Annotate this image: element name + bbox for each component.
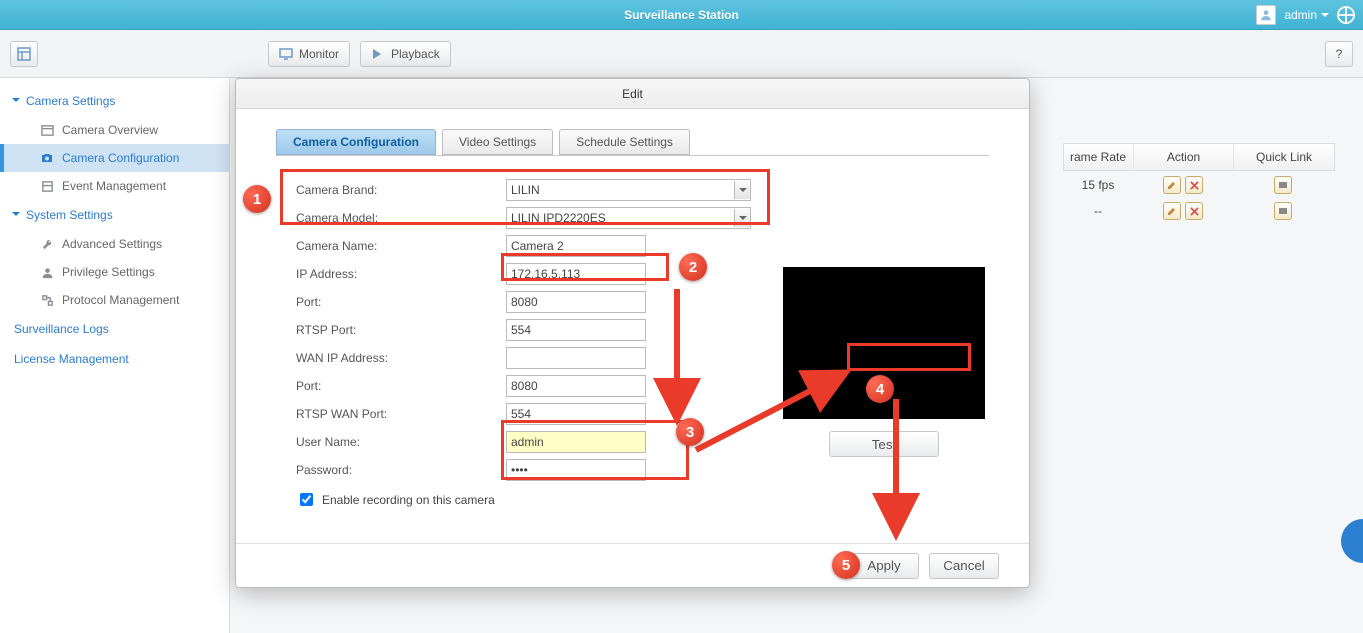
sidebar-item-label: Camera Overview <box>62 123 158 137</box>
grid-icon <box>17 47 31 61</box>
event-icon <box>40 179 54 193</box>
input-port[interactable] <box>506 291 646 313</box>
overview-icon <box>40 123 54 137</box>
quicklink-button[interactable] <box>1274 176 1292 194</box>
sidebar-item-label: Event Management <box>62 179 166 193</box>
label-user: User Name: <box>296 435 506 449</box>
avatar[interactable] <box>1256 5 1276 25</box>
sidebar-item-label: Privilege Settings <box>62 265 155 279</box>
app-title: Surveillance Station <box>0 0 1363 30</box>
globe-icon[interactable] <box>1337 6 1355 24</box>
protocol-icon <box>40 293 54 307</box>
edit-dialog: Edit Camera Configuration Video Settings… <box>235 78 1030 588</box>
delete-button[interactable] <box>1185 176 1203 194</box>
select-brand[interactable]: LILIN <box>506 179 751 201</box>
chevron-down-icon <box>734 209 750 227</box>
sidebar-item-license[interactable]: License Management <box>0 344 229 374</box>
annotation-circle-3: 3 <box>676 418 704 446</box>
quicklink-button[interactable] <box>1274 202 1292 220</box>
sidebar-item-label: Advanced Settings <box>62 237 162 251</box>
sidebar-item-protocol[interactable]: Protocol Management <box>0 286 229 314</box>
chevron-down-icon <box>1321 13 1329 21</box>
playback-button[interactable]: Playback <box>360 41 451 67</box>
help-button[interactable]: ? <box>1325 41 1353 67</box>
input-camera-name[interactable] <box>506 235 646 257</box>
cell-framerate: -- <box>1063 204 1133 218</box>
test-label: Test <box>872 437 896 452</box>
user-menu[interactable]: admin <box>1284 8 1329 22</box>
col-action: Action <box>1134 144 1234 170</box>
input-password[interactable] <box>506 459 646 481</box>
tab-video-settings[interactable]: Video Settings <box>442 129 553 155</box>
tab-schedule-settings[interactable]: Schedule Settings <box>559 129 690 155</box>
monitor-label: Monitor <box>299 47 339 61</box>
input-username[interactable] <box>506 431 646 453</box>
dialog-title: Edit <box>236 79 1029 109</box>
wrench-icon <box>40 237 54 251</box>
delete-button[interactable] <box>1185 202 1203 220</box>
user-name: admin <box>1284 8 1317 22</box>
edit-button[interactable] <box>1163 202 1181 220</box>
user-icon <box>40 265 54 279</box>
sidebar-item-event[interactable]: Event Management <box>0 172 229 200</box>
sidebar-item-configuration[interactable]: Camera Configuration <box>0 144 229 172</box>
label-wanip: WAN IP Address: <box>296 351 506 365</box>
annotation-circle-2: 2 <box>679 253 707 281</box>
cancel-label: Cancel <box>943 558 985 573</box>
select-model[interactable]: LILIN IPD2220ES <box>506 207 751 229</box>
checkbox-enable-recording[interactable] <box>300 493 313 506</box>
label-enable-recording: Enable recording on this camera <box>322 493 495 507</box>
apply-label: Apply <box>867 558 900 573</box>
collapse-icon <box>12 212 20 220</box>
label-name: Camera Name: <box>296 239 506 253</box>
input-rtsp-wan-port[interactable] <box>506 403 646 425</box>
play-icon <box>371 47 385 61</box>
sidebar-item-advanced[interactable]: Advanced Settings <box>0 230 229 258</box>
sidebar-label: System Settings <box>26 208 113 222</box>
cell-framerate: 15 fps <box>1063 178 1133 192</box>
sidebar-item-surveillance-logs[interactable]: Surveillance Logs <box>0 314 229 344</box>
monitor-icon <box>279 47 293 61</box>
input-wan-port[interactable] <box>506 375 646 397</box>
input-ip-address[interactable] <box>506 263 646 285</box>
label-port: Port: <box>296 295 506 309</box>
label-model: Camera Model: <box>296 211 506 225</box>
pilot-view-button[interactable] <box>10 41 38 67</box>
dialog-tabs: Camera Configuration Video Settings Sche… <box>276 129 1029 155</box>
sidebar: Camera Settings Camera Overview Camera C… <box>0 78 230 633</box>
input-wan-ip[interactable] <box>506 347 646 369</box>
collapse-icon <box>12 98 20 106</box>
monitor-button[interactable]: Monitor <box>268 41 350 67</box>
sidebar-item-privilege[interactable]: Privilege Settings <box>0 258 229 286</box>
annotation-circle-4: 4 <box>866 375 894 403</box>
camera-icon <box>40 151 54 165</box>
test-button[interactable]: Test <box>829 431 939 457</box>
col-framerate: rame Rate <box>1064 144 1134 170</box>
label-port2: Port: <box>296 379 506 393</box>
chevron-down-icon <box>734 181 750 199</box>
annotation-circle-1: 1 <box>243 185 271 213</box>
sidebar-item-label: Protocol Management <box>62 293 179 307</box>
label-rtspwan: RTSP WAN Port: <box>296 407 506 421</box>
label-brand: Camera Brand: <box>296 183 506 197</box>
sidebar-header-camera[interactable]: Camera Settings <box>0 86 229 116</box>
col-quicklink: Quick Link <box>1234 144 1334 170</box>
sidebar-header-system[interactable]: System Settings <box>0 200 229 230</box>
label-ip: IP Address: <box>296 267 506 281</box>
top-bar: Surveillance Station admin <box>0 0 1363 30</box>
tab-camera-configuration[interactable]: Camera Configuration <box>276 129 436 155</box>
edit-button[interactable] <box>1163 176 1181 194</box>
select-model-value: LILIN IPD2220ES <box>511 211 606 225</box>
label-pass: Password: <box>296 463 506 477</box>
label-rtsp: RTSP Port: <box>296 323 506 337</box>
sidebar-item-label: Camera Configuration <box>62 151 179 165</box>
annotation-circle-5: 5 <box>832 551 860 579</box>
cancel-button[interactable]: Cancel <box>929 553 999 579</box>
playback-label: Playback <box>391 47 440 61</box>
select-brand-value: LILIN <box>511 183 540 197</box>
input-rtsp-port[interactable] <box>506 319 646 341</box>
sidebar-item-overview[interactable]: Camera Overview <box>0 116 229 144</box>
sidebar-label: Camera Settings <box>26 94 115 108</box>
toolbar: Monitor Playback ? <box>0 30 1363 78</box>
